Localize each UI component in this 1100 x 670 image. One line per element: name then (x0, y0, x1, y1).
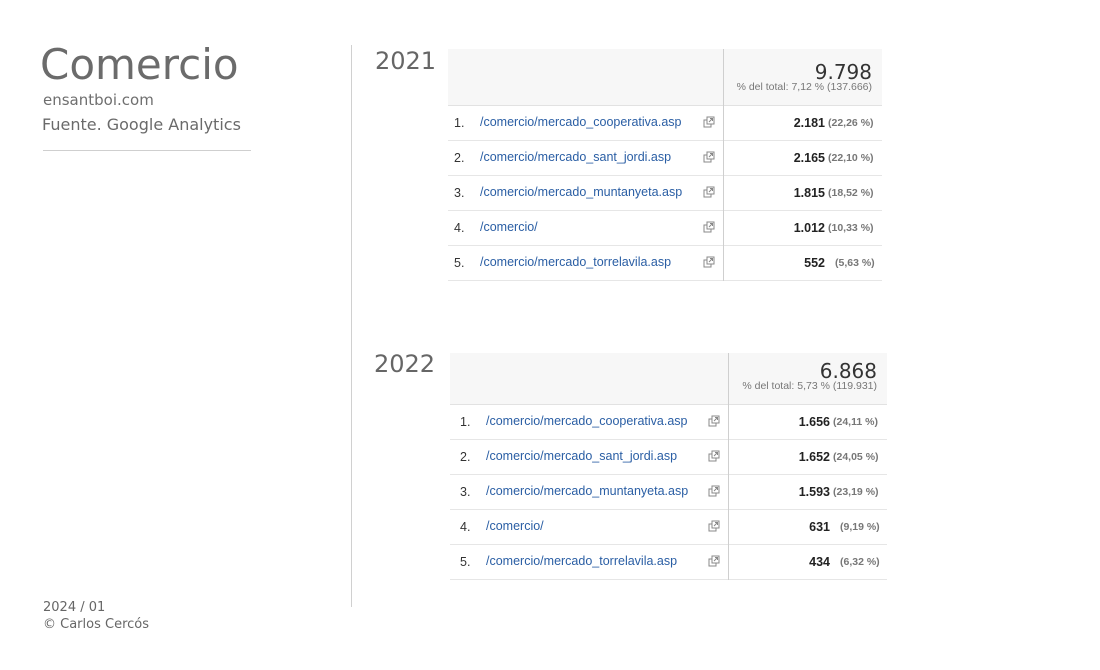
year-label-2021: 2021 (375, 47, 437, 75)
table-header: 6.868 % del total: 5,73 % (119.931) (450, 353, 887, 405)
row-share: (22,26 %) (828, 117, 874, 129)
table-row: 1. /comercio/mercado_cooperativa.asp 2.1… (448, 106, 882, 141)
external-link-icon[interactable] (703, 256, 715, 268)
table-row: 3. /comercio/mercado_muntanyeta.asp 1.59… (450, 475, 887, 510)
table-row: 5. /comercio/mercado_torrelavila.asp 552… (448, 246, 882, 281)
page-link[interactable]: /comercio/mercado_cooperativa.asp (480, 115, 682, 129)
external-link-icon[interactable] (703, 116, 715, 128)
row-rank: 1. (454, 116, 465, 130)
column-separator (723, 49, 724, 106)
total-percentage: % del total: 5,73 % (119.931) (742, 380, 877, 392)
row-rank: 1. (460, 415, 471, 429)
left-panel: Comercio ensantboi.com Fuente. Google An… (0, 0, 350, 670)
source-label: Fuente. Google Analytics (42, 115, 241, 134)
row-share: (10,33 %) (828, 222, 874, 234)
row-value: 1.012 (793, 221, 825, 235)
row-rank: 3. (460, 485, 471, 499)
site-name: ensantboi.com (43, 91, 154, 109)
row-value: 631 (809, 520, 830, 534)
page-link[interactable]: /comercio/mercado_torrelavila.asp (486, 554, 677, 568)
row-value: 552 (804, 256, 825, 270)
row-rank: 4. (454, 221, 465, 235)
page-title: Comercio (40, 40, 239, 89)
table-row: 2. /comercio/mercado_sant_jordi.asp 2.16… (448, 141, 882, 176)
header-divider (43, 150, 251, 151)
external-link-icon[interactable] (708, 555, 720, 567)
row-share: (24,11 %) (833, 416, 878, 428)
report-date: 2024 / 01 (43, 600, 106, 615)
page-link[interactable]: /comercio/mercado_muntanyeta.asp (486, 484, 688, 498)
external-link-icon[interactable] (708, 520, 720, 532)
row-value: 2.181 (793, 116, 825, 130)
total-percentage: % del total: 7,12 % (137.666) (736, 81, 872, 93)
row-rank: 2. (454, 151, 465, 165)
row-value: 434 (809, 555, 830, 569)
page-link[interactable]: /comercio/mercado_muntanyeta.asp (480, 185, 682, 199)
page-link[interactable]: /comercio/mercado_sant_jordi.asp (486, 449, 677, 463)
row-value: 1.652 (798, 450, 830, 464)
external-link-icon[interactable] (703, 186, 715, 198)
row-share: (6,32 %) (840, 556, 880, 568)
table-row: 4. /comercio/ 631 (9,19 %) (450, 510, 887, 545)
year-label-2022: 2022 (374, 350, 436, 378)
table-row: 5. /comercio/mercado_torrelavila.asp 434… (450, 545, 887, 580)
row-share: (9,19 %) (840, 521, 880, 533)
page-link[interactable]: /comercio/ (486, 519, 544, 533)
row-share: (5,63 %) (835, 257, 875, 269)
page-link[interactable]: /comercio/mercado_torrelavila.asp (480, 255, 671, 269)
row-value: 2.165 (793, 151, 825, 165)
table-row: 1. /comercio/mercado_cooperativa.asp 1.6… (450, 405, 887, 440)
vertical-divider (351, 45, 352, 607)
row-rank: 4. (460, 520, 471, 534)
external-link-icon[interactable] (703, 221, 715, 233)
external-link-icon[interactable] (708, 415, 720, 427)
row-rank: 5. (454, 256, 465, 270)
row-rank: 3. (454, 186, 465, 200)
external-link-icon[interactable] (708, 485, 720, 497)
column-separator (728, 353, 729, 405)
row-share: (24,05 %) (833, 451, 879, 463)
row-rank: 5. (460, 555, 471, 569)
external-link-icon[interactable] (703, 151, 715, 163)
row-value: 1.815 (793, 186, 825, 200)
external-link-icon[interactable] (708, 450, 720, 462)
page-link[interactable]: /comercio/mercado_sant_jordi.asp (480, 150, 671, 164)
row-share: (22,10 %) (828, 152, 874, 164)
copyright: © Carlos Cercós (43, 617, 149, 632)
row-share: (23,19 %) (833, 486, 879, 498)
row-value: 1.593 (798, 485, 830, 499)
table-row: 3. /comercio/mercado_muntanyeta.asp 1.81… (448, 176, 882, 211)
table-row: 2. /comercio/mercado_sant_jordi.asp 1.65… (450, 440, 887, 475)
page-link[interactable]: /comercio/ (480, 220, 538, 234)
table-row: 4. /comercio/ 1.012 (10,33 %) (448, 211, 882, 246)
pages-table-2022: 6.868 % del total: 5,73 % (119.931) 1. /… (450, 353, 887, 580)
row-value: 1.656 (798, 415, 830, 429)
pages-table-2021: 9.798 % del total: 7,12 % (137.666) 1. /… (448, 49, 882, 281)
row-share: (18,52 %) (828, 187, 874, 199)
table-header: 9.798 % del total: 7,12 % (137.666) (448, 49, 882, 106)
row-rank: 2. (460, 450, 471, 464)
page-link[interactable]: /comercio/mercado_cooperativa.asp (486, 414, 688, 428)
